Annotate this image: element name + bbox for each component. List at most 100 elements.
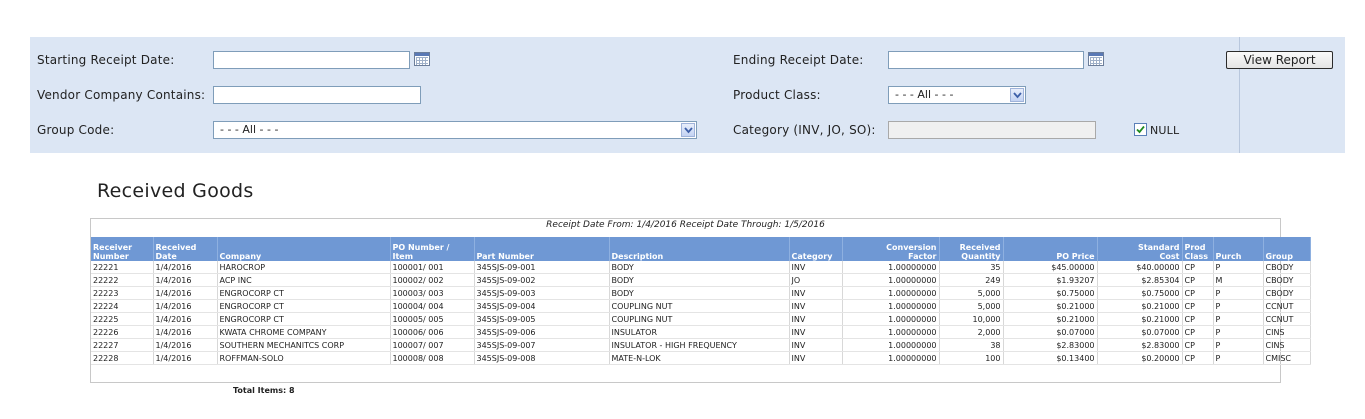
table-row: 22222 1/4/2016 ACP INC 100002/ 002 345SJS-09… — [91, 273, 1311, 287]
column-header-bottom: Category — [791, 252, 833, 261]
table-cell: CBODY — [1263, 273, 1311, 287]
calendar-icon[interactable] — [1088, 52, 1104, 66]
filter-panel: Starting Receipt Date: Ending Receipt Da… — [30, 37, 1345, 153]
column-header: Category — [789, 237, 843, 261]
column-header-bottom: Item — [392, 252, 414, 261]
column-header: PO Number / Item — [390, 237, 475, 261]
table-header-row: Receiver Number Received Date Company PO Num… — [91, 237, 1311, 261]
table-cell: $0.21000 — [1003, 312, 1098, 326]
column-header-top — [1266, 243, 1308, 252]
table-cell: INV — [789, 299, 843, 313]
column-header-top — [792, 243, 840, 252]
table-cell: 1/4/2016 — [153, 261, 218, 274]
table-cell: CCNUT — [1263, 299, 1311, 313]
column-header-bottom: Company — [219, 252, 262, 261]
table-cell: 10,000 — [939, 312, 1004, 326]
table-cell: CP — [1182, 273, 1214, 287]
chevron-down-icon[interactable] — [1010, 88, 1024, 102]
column-header-bottom: Class — [1184, 252, 1209, 261]
table-cell: 22223 — [91, 286, 154, 300]
table-cell: $0.07000 — [1097, 325, 1183, 339]
chevron-down-icon[interactable] — [681, 123, 695, 137]
table-cell: 5,000 — [939, 299, 1004, 313]
column-header-top: Received — [959, 243, 1001, 252]
report-title: Received Goods — [97, 180, 254, 202]
table-cell: 5,000 — [939, 286, 1004, 300]
table-cell: P — [1213, 338, 1264, 352]
table-cell: CP — [1182, 338, 1214, 352]
ending-date-input[interactable] — [888, 51, 1084, 69]
column-header-bottom: Factor — [908, 252, 937, 261]
table-body: 22221 1/4/2016 HAROCROP 100001/ 001 345SJS-0… — [91, 261, 1311, 365]
view-report-button[interactable]: View Report — [1226, 51, 1333, 69]
table-cell: 1.00000000 — [842, 351, 940, 365]
table-cell: 100002/ 002 — [390, 273, 475, 287]
table-row: 22226 1/4/2016 KWATA CHROME COMPANY 100006/… — [91, 325, 1311, 339]
null-checkbox[interactable] — [1134, 123, 1147, 136]
column-header-top: PO Number / — [392, 243, 450, 252]
table-row: 22221 1/4/2016 HAROCROP 100001/ 001 345SJS-0… — [91, 261, 1311, 274]
group-code-value: - - - All - - - — [220, 123, 279, 136]
table-cell: BODY — [609, 273, 790, 287]
table-cell: 1/4/2016 — [153, 312, 218, 326]
table-cell: CBODY — [1263, 286, 1311, 300]
table-cell: INV — [789, 286, 843, 300]
table-cell: P — [1213, 261, 1264, 274]
vendor-company-input[interactable] — [213, 86, 421, 104]
column-header: Received Date — [153, 237, 218, 261]
table-cell: 100004/ 004 — [390, 299, 475, 313]
table-cell: 100008/ 008 — [390, 351, 475, 365]
table-cell: 22222 — [91, 273, 154, 287]
table-cell: $2.85304 — [1097, 273, 1183, 287]
table-cell: CINS — [1263, 325, 1311, 339]
table-cell: $45.00000 — [1003, 261, 1098, 274]
group-code-select[interactable]: - - - All - - - — [213, 121, 697, 139]
table-cell: BODY — [609, 286, 790, 300]
table-cell: $2.83000 — [1003, 338, 1098, 352]
table-cell: 1/4/2016 — [153, 273, 218, 287]
table-cell: 345SJS-09-005 — [474, 312, 610, 326]
column-header-bottom: Quantity — [961, 252, 1001, 261]
table-cell: ROFFMAN-SOLO — [217, 351, 391, 365]
column-header-bottom: Date — [155, 252, 177, 261]
table-cell: $1.93207 — [1003, 273, 1098, 287]
column-header-top — [1006, 243, 1095, 252]
null-label: NULL — [1150, 124, 1180, 137]
table-row: 22225 1/4/2016 ENGROCORP CT 100005/ 005 345S… — [91, 312, 1311, 326]
column-header: Purch — [1213, 237, 1264, 261]
table-cell: INV — [789, 325, 843, 339]
table-cell: 345SJS-09-003 — [474, 286, 610, 300]
table-cell: 1/4/2016 — [153, 338, 218, 352]
table-cell: 22226 — [91, 325, 154, 339]
table-cell: 22228 — [91, 351, 154, 365]
table-cell: 1/4/2016 — [153, 325, 218, 339]
starting-date-input[interactable] — [213, 51, 410, 69]
table-cell: 345SJS-09-002 — [474, 273, 610, 287]
table-cell: $0.20000 — [1097, 351, 1183, 365]
table-cell: INSULATOR - HIGH FREQUENCY — [609, 338, 790, 352]
table-cell: ENGROCORP CT — [217, 312, 391, 326]
table-cell: INV — [789, 351, 843, 365]
table-cell: 100007/ 007 — [390, 338, 475, 352]
column-header-bottom: Part Number — [476, 252, 534, 261]
table-cell: CP — [1182, 261, 1214, 274]
table-cell: 100005/ 005 — [390, 312, 475, 326]
table-cell: 38 — [939, 338, 1004, 352]
table-cell: 100006/ 006 — [390, 325, 475, 339]
column-header: Part Number — [474, 237, 610, 261]
category-input[interactable] — [888, 121, 1096, 139]
product-class-select[interactable]: - - - All - - - — [888, 86, 1026, 104]
category-label: Category (INV, JO, SO): — [733, 123, 876, 137]
table-cell: ENGROCORP CT — [217, 286, 391, 300]
table-cell: COUPLING NUT — [609, 299, 790, 313]
column-header-top — [220, 243, 388, 252]
table-cell: P — [1213, 286, 1264, 300]
total-items: Total Items: 8 — [233, 386, 295, 395]
calendar-icon[interactable] — [414, 52, 430, 66]
table-cell: JO — [789, 273, 843, 287]
table-cell: $0.75000 — [1003, 286, 1098, 300]
table-cell: CP — [1182, 351, 1214, 365]
table-cell: INV — [789, 338, 843, 352]
table-cell: CP — [1182, 286, 1214, 300]
table-cell: INV — [789, 312, 843, 326]
